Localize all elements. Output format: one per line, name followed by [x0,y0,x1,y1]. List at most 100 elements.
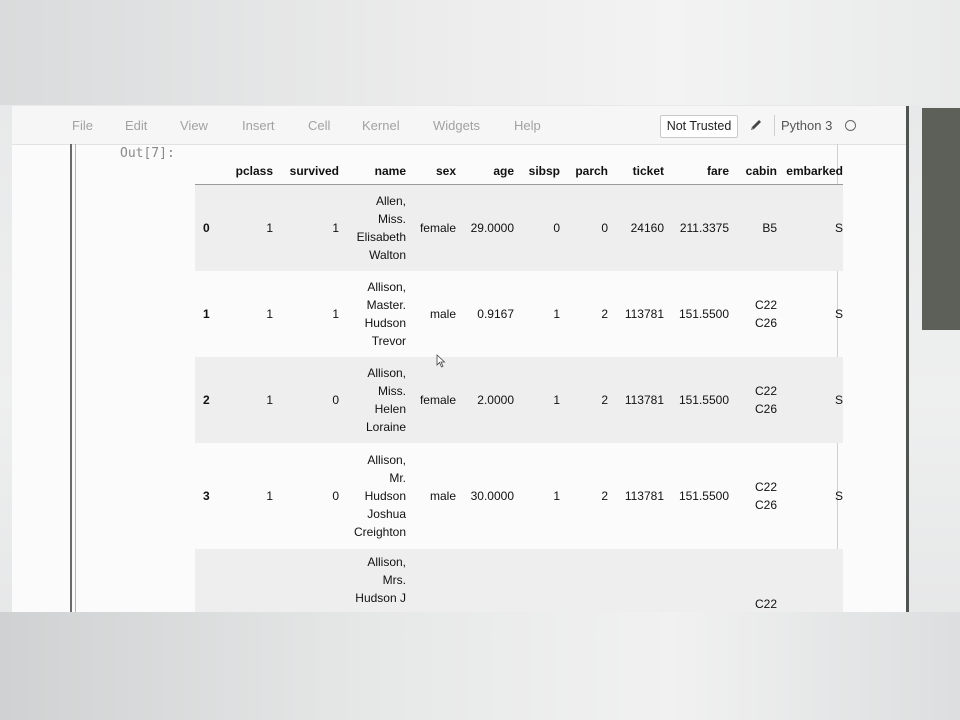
cell-ticket: 113781 [624,306,664,321]
cell-cabin: B5 [729,184,777,271]
cell-fare: 211.3375 [664,184,729,271]
menu-file[interactable]: File [72,118,93,133]
row-index: 0 [195,184,230,271]
kernel-name[interactable]: Python 3 [781,118,832,133]
cell-name: Allison, Mr. Hudson Joshua Creighton [339,443,406,549]
menu-view[interactable]: View [180,118,208,133]
cell-cabin: C22 C26 [729,443,777,549]
cell-name-line: Hudson J [355,590,406,605]
output-prompt: Out[7]: [120,146,175,161]
menu-help[interactable]: Help [514,118,541,133]
cell-name-line: Joshua [367,506,406,521]
cell-cabin-line: C26 [754,315,777,330]
cell-age: 30.0000 [470,488,514,503]
cell-name-line: Allison, [367,452,406,467]
menu-widgets[interactable]: Widgets [433,118,480,133]
cell-age: 0.9167 [477,306,514,321]
cell-age: 29.0000 [456,184,514,271]
cell-ticket: 113781 [624,488,664,503]
cell-name-line: Allison, [367,279,406,294]
cell-embarked: S [834,306,843,321]
column-header-pclass: pclass [230,158,273,185]
cell-embarked: S [777,356,843,443]
cell-pclass [230,548,273,612]
table-row: 1 1 1 Allison, Master. Hudson Trevor male 0.9167… [195,271,843,357]
cell-pclass: 1 [266,306,273,321]
cell-embarked [777,548,843,612]
cell-name-line: Mr. [389,470,406,485]
cell-sibsp [514,548,560,612]
menu-edit[interactable]: Edit [125,118,147,133]
cell-parch [560,548,608,612]
cell-cabin-line: C26 [754,401,777,416]
row-index: 3 [203,488,210,503]
cell-survived: 0 [332,488,339,503]
column-header-sibsp: sibsp [514,158,560,185]
cell-name-line: Creighton [353,524,406,539]
cell-name-line: Walton [369,247,406,262]
menu-kernel[interactable]: Kernel [362,118,400,133]
table-row: 2 1 0 Allison, Miss. Helen Loraine female 2.0000… [195,356,843,443]
cell-cabin: C22 C26 [729,271,777,357]
cell-name: Allen, Miss. Elisabeth Walton [339,184,406,271]
table-row: 0 1 1 Allen, Miss. Elisabeth Walton female 29.00… [195,184,843,271]
cell-border-left [70,144,72,612]
column-header-parch: parch [560,158,608,185]
cell-survived [273,548,339,612]
cell-sex: female [406,184,456,271]
cell-sex: female [406,356,456,443]
cell-name-line: Loraine [365,419,406,434]
cell-fare: 151.5500 [678,306,729,321]
cell-parch: 0 [560,184,608,271]
cell-name-line: Allison, [367,554,406,569]
cell-survived: 1 [273,184,339,271]
cell-sex: male [429,488,456,503]
cell-cabin-line: C26 [754,497,777,512]
cell-name-line: Allen, [375,193,406,208]
cell-ticket [608,548,664,612]
cell-cabin: C22 [729,548,777,612]
cell-name-line: Miss. [378,383,406,398]
dataframe-table: pclass survived name sex age sibsp parch… [195,158,843,612]
cell-sex [406,548,456,612]
menubar: File Edit View Insert Cell Kernel Widget… [12,106,906,145]
cell-fare: 151.5500 [678,488,729,503]
cell-sibsp: 0 [514,184,560,271]
cell-name-line: Hudson [364,315,406,330]
cell-pclass: 1 [230,184,273,271]
column-header-index [195,158,230,185]
cell-name-line: Elisabeth [356,229,406,244]
menu-cell[interactable]: Cell [308,118,330,133]
cell-name-line: Hudson [364,488,406,503]
column-header-sex: sex [406,158,456,185]
toolbar-separator [774,115,775,136]
cell-cabin-line: C22 [754,383,777,398]
menu-insert[interactable]: Insert [242,118,275,133]
cell-sex: male [429,306,456,321]
column-header-name: name [339,158,406,185]
cell-name-line: Trevor [371,333,406,348]
cell-cabin-line: C22 [754,479,777,494]
cell-parch: 2 [560,356,608,443]
column-header-ticket: ticket [608,158,664,185]
background-bottom [0,612,960,720]
cell-embarked: S [834,488,843,503]
cell-survived: 0 [273,356,339,443]
cell-parch: 2 [601,488,608,503]
table-row: Allison, Mrs. Hudson J C22 [195,548,843,612]
cell-parch: 2 [601,306,608,321]
column-header-survived: survived [273,158,339,185]
cell-pclass: 1 [230,356,273,443]
pencil-icon[interactable] [749,118,763,132]
column-header-embarked: embarked [777,158,843,185]
kernel-idle-icon [845,120,856,131]
cell-cabin-line: C22 [754,297,777,312]
cell-name-line: Miss. [378,211,406,226]
cell-sibsp: 1 [553,488,560,503]
cell-sibsp: 1 [514,356,560,443]
cell-fare [664,548,729,612]
not-trusted-button[interactable]: Not Trusted [660,115,738,138]
background-top [0,0,960,105]
table-header-row: pclass survived name sex age sibsp parch… [195,158,843,185]
cell-name: Allison, Mrs. Hudson J [339,548,406,612]
